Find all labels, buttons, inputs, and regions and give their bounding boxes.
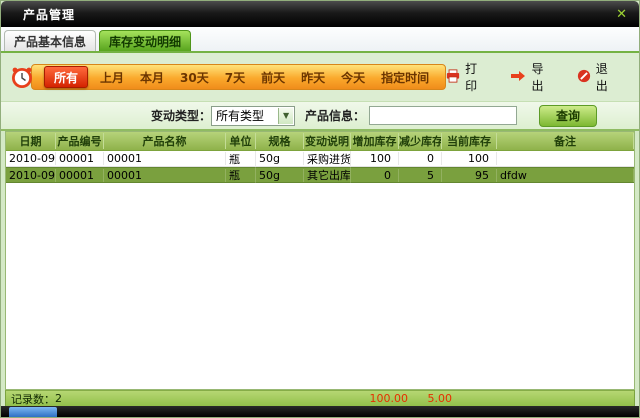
cell-product-name: 00001	[104, 169, 226, 182]
increase-total: 100.00	[354, 392, 408, 405]
export-button[interactable]: 导出	[510, 60, 554, 94]
cell-product-no: 00001	[56, 152, 104, 165]
time-filter-label: 所有	[54, 69, 78, 86]
no-entry-icon	[577, 69, 591, 86]
column-header-remark[interactable]: 备注	[497, 133, 634, 149]
cell-unit: 瓶	[226, 167, 256, 183]
time-filter-all[interactable]: 所有	[44, 66, 88, 88]
tab-strip: 产品基本信息 库存变动明细	[1, 27, 639, 53]
cell-product-no: 00001	[56, 169, 104, 182]
table-header-row: 日期 产品编号 产品名称 单位 规格 变动说明 增加库存 减少库存 当前库存 备…	[6, 132, 634, 151]
cell-product-name: 00001	[104, 152, 226, 165]
exit-button[interactable]: 退出	[577, 60, 619, 94]
time-filter-label: 7天	[225, 71, 245, 85]
column-header-date[interactable]: 日期	[6, 133, 56, 149]
column-header-decrease[interactable]: 减少库存	[399, 133, 442, 149]
taskbar-item[interactable]	[9, 407, 57, 417]
cell-increase: 0	[351, 169, 399, 182]
chevron-down-icon: ▼	[278, 108, 293, 124]
cell-date: 2010-09-03	[6, 152, 56, 165]
cell-decrease: 0	[399, 152, 442, 165]
tab-label: 产品基本信息	[14, 33, 86, 50]
time-filter-today[interactable]: 今天	[333, 69, 373, 86]
query-button[interactable]: 查询	[539, 105, 597, 127]
time-filter-label: 本月	[140, 71, 164, 85]
time-filter-last-month[interactable]: 上月	[92, 69, 132, 86]
record-count-value: 2	[55, 392, 62, 405]
product-management-window: 产品管理 ✕ 产品基本信息 库存变动明细 所有 上月 本月 30天 7天	[0, 0, 640, 418]
time-filter-yesterday[interactable]: 昨天	[293, 69, 333, 86]
printer-icon	[446, 69, 460, 86]
column-header-unit[interactable]: 单位	[226, 133, 256, 149]
cell-change-desc: 采购进货	[304, 151, 351, 167]
cell-date: 2010-09-03	[6, 169, 56, 182]
time-filter-label: 昨天	[301, 71, 325, 85]
product-info-input[interactable]	[369, 106, 517, 125]
cell-current: 95	[442, 169, 497, 182]
toolbar: 所有 上月 本月 30天 7天 前天 昨天 今天 指定时间 打印	[1, 53, 639, 101]
column-header-change-desc[interactable]: 变动说明	[304, 133, 351, 149]
title-bar: 产品管理 ✕	[1, 1, 639, 27]
time-filter-this-month[interactable]: 本月	[132, 69, 172, 86]
arrow-right-icon	[510, 70, 526, 85]
cell-spec: 50g	[256, 152, 304, 165]
close-icon[interactable]: ✕	[616, 8, 627, 21]
exit-label: 退出	[596, 60, 619, 94]
cell-decrease: 5	[399, 169, 442, 182]
cell-change-desc: 其它出库	[304, 167, 351, 183]
query-label: 查询	[556, 107, 580, 124]
cell-spec: 50g	[256, 169, 304, 182]
time-filter-label: 指定时间	[381, 71, 429, 85]
time-filter-custom-range[interactable]: 指定时间	[373, 69, 437, 86]
record-count-label: 记录数：	[11, 391, 55, 407]
clock-icon	[9, 64, 35, 90]
time-filter-label: 今天	[341, 71, 365, 85]
time-filter-7-days[interactable]: 7天	[217, 69, 253, 86]
column-header-current[interactable]: 当前库存	[442, 133, 497, 149]
table-empty-area	[6, 183, 634, 389]
time-filter-label: 前天	[261, 71, 285, 85]
column-header-product-no[interactable]: 产品编号	[56, 133, 104, 149]
stock-change-table: 日期 产品编号 产品名称 单位 规格 变动说明 增加库存 减少库存 当前库存 备…	[5, 131, 635, 390]
export-label: 导出	[531, 60, 554, 94]
cell-current: 100	[442, 152, 497, 165]
cell-unit: 瓶	[226, 151, 256, 167]
time-filter-bar: 所有 上月 本月 30天 7天 前天 昨天 今天 指定时间	[31, 64, 446, 90]
filter-row: 变动类型： 所有类型 ▼ 产品信息： 查询	[1, 101, 639, 131]
time-filter-label: 上月	[100, 71, 124, 85]
taskbar-edge	[1, 406, 639, 417]
print-label: 打印	[465, 60, 488, 94]
tab-stock-change-detail[interactable]: 库存变动明细	[99, 30, 191, 51]
time-filter-day-before-yesterday[interactable]: 前天	[253, 69, 293, 86]
cell-remark: dfdw	[497, 169, 634, 182]
column-header-product-name[interactable]: 产品名称	[104, 133, 226, 149]
action-buttons: 打印 导出 退出	[446, 60, 631, 94]
cell-increase: 100	[351, 152, 399, 165]
change-type-select[interactable]: 所有类型 ▼	[211, 106, 295, 126]
column-header-spec[interactable]: 规格	[256, 133, 304, 149]
change-type-selected-value: 所有类型	[216, 107, 264, 124]
table-row[interactable]: 2010-09-03 00001 00001 瓶 50g 采购进货 100 0 …	[6, 151, 634, 167]
decrease-total: 5.00	[406, 392, 452, 405]
table-row-selected[interactable]: 2010-09-03 00001 00001 瓶 50g 其它出库 0 5 95…	[6, 167, 634, 183]
window-title: 产品管理	[23, 6, 75, 23]
change-type-label: 变动类型：	[151, 107, 211, 124]
tab-product-basic-info[interactable]: 产品基本信息	[4, 30, 96, 51]
tab-label: 库存变动明细	[109, 33, 181, 50]
status-bar: 记录数： 2 100.00 5.00	[5, 390, 635, 407]
column-header-increase[interactable]: 增加库存	[351, 133, 399, 149]
time-filter-label: 30天	[180, 71, 209, 85]
product-info-label: 产品信息：	[305, 107, 365, 124]
time-filter-30-days[interactable]: 30天	[172, 69, 217, 86]
print-button[interactable]: 打印	[446, 60, 488, 94]
